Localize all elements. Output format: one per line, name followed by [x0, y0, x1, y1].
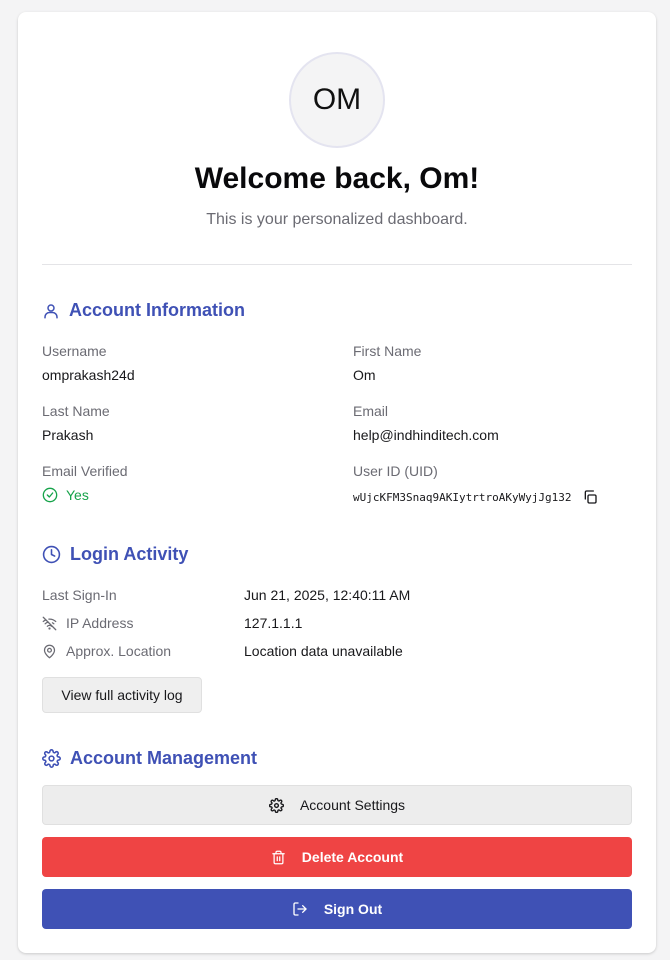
gear-icon	[42, 749, 61, 768]
dashboard-card: OM Welcome back, Om! This is your person…	[18, 12, 656, 953]
location-value: Location data unavailable	[244, 643, 403, 659]
email-label: Email	[353, 403, 389, 419]
account-info-title: Account Information	[69, 300, 245, 320]
uid-label: User ID (UID)	[353, 463, 438, 479]
account-info-heading: Account Information	[42, 300, 245, 321]
wifi-off-icon	[42, 616, 57, 630]
email-verified-label: Email Verified	[42, 463, 128, 479]
avatar-initials: OM	[312, 83, 362, 116]
last-signin-value: Jun 21, 2025, 12:40:11 AM	[244, 587, 411, 603]
account-settings-label: Account Settings	[299, 797, 406, 813]
first-name-label: First Name	[353, 343, 422, 359]
copy-icon[interactable]	[582, 489, 598, 505]
account-settings-button[interactable]: Account Settings	[42, 785, 632, 825]
account-management-title: Account Management	[70, 748, 258, 768]
first-name-value: Om	[353, 367, 376, 383]
view-activity-log-button[interactable]: View full activity log	[42, 677, 202, 713]
ip-address-value: 127.1.1.1	[244, 615, 303, 631]
username-label: Username	[42, 343, 107, 359]
gear-icon	[268, 797, 284, 813]
username-value: omprakash24d	[42, 367, 135, 383]
login-activity-title: Login Activity	[70, 544, 189, 564]
last-name-label: Last Name	[42, 403, 110, 419]
check-circle-icon	[42, 487, 58, 503]
ip-address-label-text: IP Address	[66, 615, 134, 631]
location-label: Approx. Location	[42, 643, 171, 659]
last-signin-label: Last Sign-In	[42, 587, 117, 603]
page-subtitle: This is your personalized dashboard.	[206, 211, 468, 228]
divider	[42, 264, 632, 265]
sign-out-button[interactable]: Sign Out	[42, 889, 632, 929]
delete-account-label: Delete Account	[301, 849, 404, 865]
map-pin-icon	[43, 644, 56, 658]
clock-icon	[42, 545, 61, 564]
delete-account-button[interactable]: Delete Account	[42, 837, 632, 877]
page-title: Welcome back, Om!	[194, 162, 480, 195]
sign-out-label: Sign Out	[323, 901, 383, 917]
login-activity-heading: Login Activity	[42, 544, 188, 565]
email-value: help@indhinditech.com	[353, 427, 499, 443]
avatar: OM	[289, 52, 385, 148]
email-verified-value: Yes	[66, 487, 89, 503]
uid-value: wUjcKFM3Snaq9AKIytrtroAKyWyjJg132	[353, 490, 572, 504]
last-signin-label-text: Last Sign-In	[42, 587, 117, 603]
location-label-text: Approx. Location	[66, 643, 172, 659]
last-name-value: Prakash	[42, 427, 94, 443]
user-icon	[44, 303, 58, 318]
account-management-heading: Account Management	[42, 748, 257, 769]
log-out-icon	[293, 902, 307, 916]
uid-row: wUjcKFM3Snaq9AKIytrtroAKyWyjJg132	[353, 489, 598, 505]
email-verified-status: Yes	[42, 487, 89, 503]
ip-address-label: IP Address	[42, 615, 133, 631]
trash-icon	[272, 850, 285, 864]
